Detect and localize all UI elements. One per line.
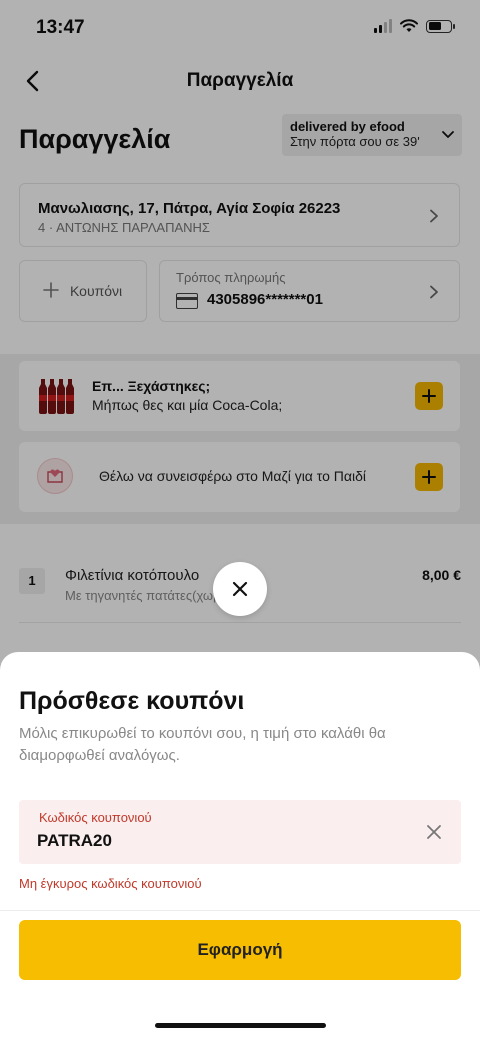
close-icon — [232, 581, 248, 597]
coupon-error-message: Μη έγκυρος κωδικός κουπονιού — [19, 876, 202, 891]
add-coupon-sheet: Πρόσθεσε κουπόνι Μόλις επικυρωθεί το κου… — [0, 652, 480, 1039]
home-indicator — [155, 1023, 326, 1028]
apply-coupon-button[interactable]: Εφαρμογή — [19, 920, 461, 980]
clear-input-icon[interactable] — [425, 823, 443, 841]
coupon-code-field[interactable]: Κωδικός κουπονιού — [19, 800, 461, 864]
close-sheet-button[interactable] — [213, 562, 267, 616]
divider — [0, 910, 480, 911]
coupon-field-label: Κωδικός κουπονιού — [39, 810, 152, 825]
sheet-title: Πρόσθεσε κουπόνι — [19, 687, 245, 715]
sheet-description: Μόλις επικυρωθεί το κουπόνι σου, η τιμή … — [19, 725, 386, 764]
coupon-code-input[interactable] — [37, 828, 397, 854]
